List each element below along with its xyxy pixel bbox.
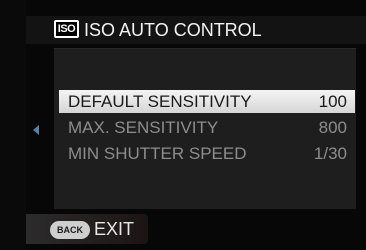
menu-panel: DEFAULT SENSITIVITY 100 MAX. SENSITIVITY… (54, 48, 356, 209)
menu-item-min-shutter-speed[interactable]: MIN SHUTTER SPEED 1/30 (59, 142, 355, 165)
camera-menu-screen: ISO ISO AUTO CONTROL DEFAULT SENSITIVITY… (26, 0, 366, 250)
menu-item-max-sensitivity[interactable]: MAX. SENSITIVITY 800 (59, 116, 355, 139)
menu-item-label: DEFAULT SENSITIVITY (68, 92, 252, 111)
title-bar: ISO ISO AUTO CONTROL (26, 16, 366, 44)
menu-item-default-sensitivity[interactable]: DEFAULT SENSITIVITY 100 (59, 90, 355, 113)
exit-label: EXIT (94, 219, 135, 239)
menu-item-value: 800 (318, 118, 347, 137)
menu-item-label: MIN SHUTTER SPEED (68, 144, 247, 163)
menu-item-label: MAX. SENSITIVITY (68, 118, 219, 137)
menu-item-value: 100 (318, 92, 347, 111)
left-arrow-icon[interactable] (33, 125, 39, 135)
menu-item-value: 1/30 (313, 144, 347, 163)
back-button-icon: BACK (50, 221, 90, 239)
page-title: ISO AUTO CONTROL (84, 20, 262, 40)
exit-button[interactable]: BACK EXIT (26, 214, 148, 244)
iso-icon: ISO (54, 20, 79, 38)
